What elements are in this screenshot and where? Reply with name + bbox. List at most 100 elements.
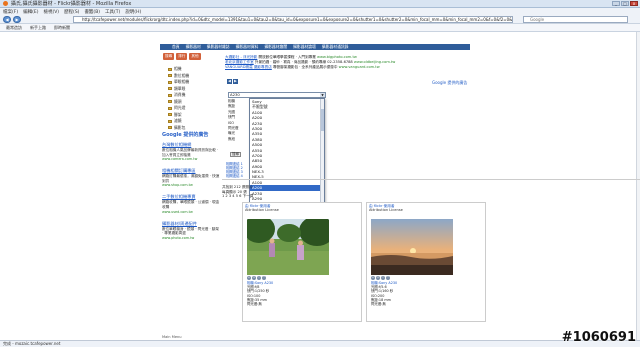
search-tab-button[interactable]: 搜尋 — [163, 53, 175, 60]
main-ad-body: 外景拍攝 · 婚紗 · 寫真 · 商品攝影 · 預約專線 02-2358-678… — [254, 60, 353, 64]
menu-tools[interactable]: 工具(T) — [105, 9, 120, 15]
search-submit-button[interactable]: 搜尋 — [230, 152, 241, 157]
firefox-icon — [3, 1, 8, 6]
topnav-item[interactable]: 攝影器材 — [186, 44, 201, 50]
menu-file[interactable]: 檔案(F) — [3, 9, 18, 15]
page-scrollbar[interactable] — [636, 32, 640, 340]
favorite-icon[interactable]: * — [386, 276, 390, 280]
ad-block: 相機相關訂購專區 網路訂購最優惠，滿額免運費 · 快速到貨 www.shop.c… — [162, 168, 220, 187]
folder-icon — [168, 67, 172, 71]
folder-icon — [168, 74, 172, 78]
photo-license: Attribution License — [245, 208, 279, 213]
topnav-item[interactable]: 攝影器材資料 — [236, 44, 259, 50]
menu-bar: 檔案(F) 編輯(E) 檢視(V) 歷程(S) 書籤(B) 工具(T) 說明(H… — [0, 8, 640, 15]
photo-meta-line: 閃光燈:無 — [371, 302, 386, 307]
filter-label: 焦段 — [228, 136, 235, 141]
ad-url[interactable]: www.camera.com.tw — [162, 157, 220, 161]
bookmark-getting-started[interactable]: 新手上路 — [30, 25, 46, 31]
topnav-item[interactable]: 首頁 — [172, 44, 180, 50]
main-ad-url[interactable]: www.oldbeijing.com.tw — [354, 60, 395, 64]
side-ads: 台灣數位相機網 數位相機人氣品牌最新資訊與比較 · 加入會員立即抽獎 www.c… — [162, 142, 220, 247]
photo-meta: 相機:Sony A230 光圈:f/5.6 快門:1/160 秒 ISO:200… — [371, 281, 397, 306]
side-link[interactable]: 相關連結 4 — [226, 174, 286, 178]
close-button[interactable]: x — [630, 1, 638, 6]
photo-user-link[interactable]: 由 flickr 使用者 — [245, 204, 270, 208]
category-buttons: 搜尋 排行 其他 — [163, 53, 201, 60]
menu-bookmarks[interactable]: 書籤(B) — [84, 9, 100, 15]
main-ad-body: 開放數位單眼學習課程 · 入門到專業 — [258, 55, 316, 59]
folder-icon — [168, 106, 172, 110]
window-title: 攝氏,攝氏攝影器材 - Flickr攝影器材 - Mozilla Firefox — [11, 1, 132, 7]
main-ads: 大攝影社 - 浮光掠影 開放數位單眼學習課程 · 入門到專業 www.bigph… — [225, 55, 475, 70]
chevron-down-icon[interactable]: ▼ — [320, 93, 325, 97]
menu-history[interactable]: 歷程(S) — [64, 9, 79, 15]
ad-url[interactable]: www.photo.com.tw — [162, 236, 220, 240]
main-ad-title[interactable]: 大攝影社 - 浮光掠影 — [225, 55, 257, 59]
photo-thumbnail[interactable] — [247, 219, 329, 275]
photo-card: 由 flickr 使用者 Attribution License + o i * … — [242, 202, 362, 322]
folder-icon — [168, 80, 172, 84]
topnav-item[interactable]: 攝影器材論壇 — [293, 44, 316, 50]
ad-pager: ◀ ▶ — [227, 79, 238, 84]
zoom-icon[interactable]: + — [247, 276, 251, 280]
folder-icon — [168, 100, 172, 104]
maximize-button[interactable]: □ — [621, 1, 629, 6]
category-tree: 相機 數位相機 單眼相機 類單眼 消費機 鏡頭 閃光燈 腳架 濾鏡 攝影包 — [168, 66, 218, 131]
photo-card: 由 flickr 使用者 Attribution License + o i * … — [366, 202, 486, 322]
results-info: 共找到 212 張照片 每頁顯示 20 張 1 2 3 4 5 6 下一頁 — [222, 185, 262, 199]
search-icon[interactable]: o — [252, 276, 256, 280]
ad-prev-button[interactable]: ◀ — [227, 79, 232, 84]
topnav-item[interactable]: 攝影器材雜誌 — [207, 44, 230, 50]
photo-user-link[interactable]: 由 flickr 使用者 — [369, 204, 394, 208]
photo-meta-line: 閃光燈:無 — [247, 302, 262, 307]
site-top-nav: 首頁 攝影器材 攝影器材雜誌 攝影器材資料 攝影器材趣聞 攝影器材論壇 攝影器材… — [160, 44, 470, 50]
photo-actions: + o i * — [247, 276, 266, 280]
dropdown-scrollbar[interactable] — [320, 99, 324, 211]
folder-icon — [168, 87, 172, 91]
status-bar: 完成 - mozaic.tcafepower.net — [0, 340, 640, 347]
main-ad: VANGUARD精嘉 攝影專賣店 專營腳架攝影包 · 全系列產品展示優惠中 ww… — [225, 65, 475, 70]
main-ad-title[interactable]: 老北京攝影工作室 — [225, 60, 254, 64]
search-icon[interactable]: o — [376, 276, 380, 280]
menu-help[interactable]: 說明(H) — [125, 9, 141, 15]
main-ad-body: 專營腳架攝影包 · 全系列產品展示優惠中 — [272, 65, 338, 69]
dropdown-scroll-thumb[interactable] — [321, 109, 324, 131]
google-ads-badge: Google 提供的廣告 — [432, 80, 468, 85]
ad-block: 台灣數位相機網 數位相機人氣品牌最新資訊與比較 · 加入會員立即抽獎 www.c… — [162, 142, 220, 161]
ad-next-button[interactable]: ▶ — [233, 79, 238, 84]
bookmark-most-visited[interactable]: 最常造訪 — [6, 25, 22, 31]
photo-meta: 相機:Sony A230 光圈:f/8 快門:1/250 秒 ISO:100 焦… — [247, 281, 273, 306]
divider — [222, 179, 640, 180]
topnav-item[interactable]: 攝影器材趣聞 — [264, 44, 287, 50]
menu-edit[interactable]: 編輯(E) — [23, 9, 38, 15]
ad-body: 數位相機人氣品牌最新資訊與比較 · 加入會員立即抽獎 — [162, 148, 219, 157]
photo-thumbnail[interactable] — [371, 219, 453, 275]
topnav-item[interactable]: 攝影器材通訊錄 — [322, 44, 349, 50]
minimize-button[interactable]: _ — [612, 1, 620, 6]
rank-tab-button[interactable]: 排行 — [176, 53, 188, 60]
ad-url[interactable]: www.used.com.tw — [162, 210, 220, 214]
info-icon[interactable]: i — [257, 276, 261, 280]
folder-icon — [168, 119, 172, 123]
search-input[interactable]: Google — [523, 15, 628, 23]
zoom-icon[interactable]: + — [371, 276, 375, 280]
favorite-icon[interactable]: * — [262, 276, 266, 280]
folder-icon — [168, 113, 172, 117]
filter-labels: 相機 焦距 光圈 快門 ISO 閃光燈 曝光 焦段 — [228, 99, 250, 142]
main-ad-url[interactable]: www.bigphoto.com.tw — [317, 55, 357, 59]
address-bar[interactable]: http://tcafepower.net/modules/flickrorg/… — [73, 15, 513, 23]
pagination[interactable]: 1 2 3 4 5 6 下一頁 — [222, 194, 262, 199]
main-ad-url[interactable]: www.vanguard.com.tw — [339, 65, 380, 69]
navigation-bar: ◀ ▶ http://tcafepower.net/modules/flickr… — [0, 15, 640, 24]
ad-url[interactable]: www.shop.com.tw — [162, 183, 220, 187]
main-ad-title[interactable]: VANGUARD精嘉 攝影專賣店 — [225, 65, 272, 69]
menu-view[interactable]: 檢視(V) — [43, 9, 59, 15]
forward-button[interactable]: ▶ — [13, 15, 21, 23]
bookmark-news[interactable]: 即時新聞 — [54, 25, 70, 31]
main-menu-label: Main Menu — [162, 335, 182, 339]
back-button[interactable]: ◀ — [3, 15, 11, 23]
info-icon[interactable]: i — [381, 276, 385, 280]
bookmarks-toolbar: 最常造訪 新手上路 即時新聞 — [0, 24, 640, 32]
other-tab-button[interactable]: 其他 — [189, 53, 201, 60]
side-links: 相關連結 1 相關連結 2 相關連結 3 相關連結 4 — [226, 162, 286, 178]
